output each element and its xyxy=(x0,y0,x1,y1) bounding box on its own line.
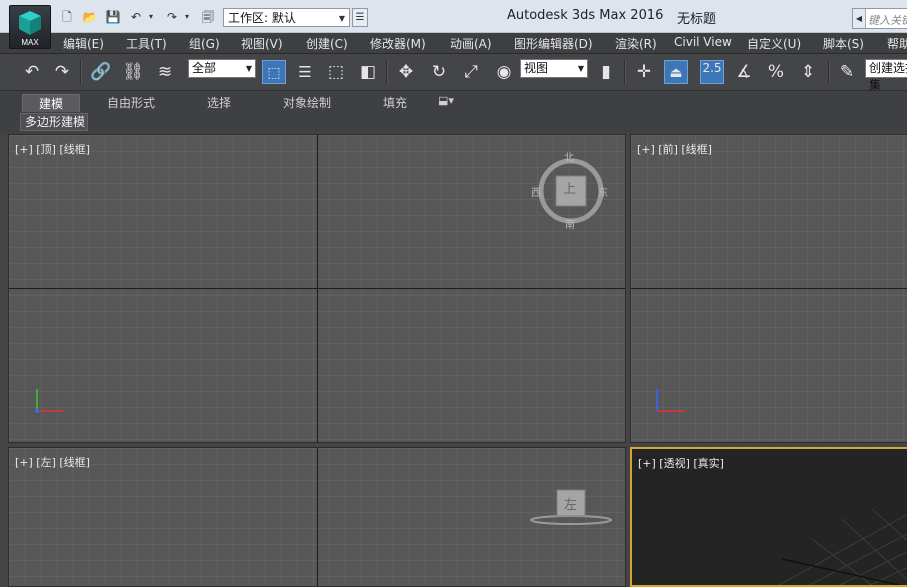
chevron-down-icon: ▼ xyxy=(245,64,252,73)
menu-bar: 编辑(E) 工具(T) 组(G) 视图(V) 创建(C) 修改器(M) 动画(A… xyxy=(0,33,907,54)
ribbon-options-icon[interactable]: ⬓▾ xyxy=(438,94,454,107)
select-and-rotate-icon[interactable]: ↻ xyxy=(427,60,451,84)
viewcube-face-label: 左 xyxy=(564,498,578,513)
chevron-down-icon: ▼ xyxy=(577,64,584,73)
toolbar-divider xyxy=(828,60,830,84)
ribbon-panel-polygon-modeling[interactable]: 多边形建模 xyxy=(20,113,88,131)
select-and-scale-icon[interactable]: ⤢ xyxy=(459,60,483,84)
menu-views[interactable]: 视图(V) xyxy=(241,35,283,52)
grid-axis-x xyxy=(631,288,907,289)
menu-group[interactable]: 组(G) xyxy=(189,35,220,52)
redo-dropdown-icon[interactable]: ▾ xyxy=(182,9,192,25)
main-toolbar: ↶ ↷ 🔗 ⛓ ≋ 全部 ▼ ⬚ ☰ ⬚ ◧ ✥ ↻ ⤢ ◉ 视图 ▼ ▮ ✛ … xyxy=(0,54,907,92)
compass-west-label: 西 xyxy=(531,188,541,199)
app-title: Autodesk 3ds Max 2016 xyxy=(507,8,664,23)
undo-icon[interactable]: ↶ xyxy=(127,9,145,25)
select-and-place-icon[interactable]: ◉ xyxy=(492,60,516,84)
menu-edit[interactable]: 编辑(E) xyxy=(63,35,104,52)
3dsmax-logo-icon xyxy=(19,11,41,35)
app-logo-label: MAX xyxy=(21,38,39,47)
project-folder-icon[interactable]: 🗐 xyxy=(199,9,217,25)
search-box[interactable]: ◀ 键入关键字 xyxy=(852,8,907,29)
viewport-label[interactable]: [+] [左] [线框] xyxy=(15,454,90,470)
menu-help[interactable]: 帮助 xyxy=(887,35,907,52)
snaps-toggle-icon[interactable]: 2.5 xyxy=(700,60,724,84)
search-expand-icon[interactable]: ◀ xyxy=(853,9,866,28)
compass-east-label: 东 xyxy=(598,188,608,199)
percent-snap-icon[interactable]: % xyxy=(764,60,788,84)
save-file-icon[interactable]: 💾 xyxy=(104,9,122,25)
named-selection-value: 创建选择集 xyxy=(869,61,907,92)
menu-rendering[interactable]: 渲染(R) xyxy=(615,35,657,52)
select-and-manipulate-icon[interactable]: ✛ xyxy=(632,60,656,84)
viewcube-face-label: 上 xyxy=(563,182,577,197)
grid-axis-y xyxy=(317,448,318,586)
selection-filter-value: 全部 xyxy=(192,61,217,75)
menu-graph-editors[interactable]: 图形编辑器(D) xyxy=(514,35,593,52)
edit-named-selection-icon[interactable]: ✎ xyxy=(835,60,859,84)
grid-axis-y xyxy=(317,135,318,442)
workspace-select[interactable]: 工作区: 默认 ▼ xyxy=(223,8,350,27)
ribbon-tab-populate[interactable]: 填充 xyxy=(383,94,407,111)
select-by-name-icon[interactable]: ☰ xyxy=(293,60,317,84)
axis-tripod-icon xyxy=(656,389,685,412)
viewport-label[interactable]: [+] [前] [线框] xyxy=(637,141,712,157)
viewport-perspective[interactable]: [+] [透视] [真实] xyxy=(630,447,907,587)
redo-icon[interactable]: ↷ xyxy=(163,9,181,25)
document-title: 无标题 xyxy=(677,12,717,27)
new-file-icon[interactable]: 🗋 xyxy=(58,9,76,25)
menu-create[interactable]: 创建(C) xyxy=(306,35,348,52)
chevron-down-icon: ▼ xyxy=(338,14,345,23)
redo-icon[interactable]: ↷ xyxy=(50,60,74,84)
menu-tools[interactable]: 工具(T) xyxy=(126,35,167,52)
viewport-label[interactable]: [+] [顶] [线框] xyxy=(15,141,90,157)
workspace-label: 工作区: 默认 xyxy=(228,11,296,25)
bind-to-space-warp-icon[interactable]: ≋ xyxy=(153,60,177,84)
menu-animation[interactable]: 动画(A) xyxy=(450,35,492,52)
named-selection-select[interactable]: 创建选择集 xyxy=(865,59,907,92)
reference-coordinate-select[interactable]: 视图 ▼ xyxy=(520,59,588,78)
undo-icon[interactable]: ↶ xyxy=(20,60,44,84)
viewport-top[interactable]: [+] [顶] [线框] 上 北 南 东 西 xyxy=(8,134,626,443)
axis-tripod-icon xyxy=(35,389,65,413)
open-file-icon[interactable]: 📂 xyxy=(81,9,99,25)
link-icon[interactable]: 🔗 xyxy=(89,60,113,84)
pivot-center-icon[interactable]: ▮ xyxy=(594,60,618,84)
viewport-front[interactable]: [+] [前] [线框] xyxy=(630,134,907,443)
ribbon-tab-selection[interactable]: 选择 xyxy=(207,94,231,111)
select-and-move-icon[interactable]: ✥ xyxy=(394,60,418,84)
ribbon-tab-freeform[interactable]: 自由形式 xyxy=(107,94,155,111)
keyboard-shortcut-override-icon[interactable]: ⏏ xyxy=(664,60,688,84)
snap-value-label: 2.5 xyxy=(702,61,722,75)
undo-dropdown-icon[interactable]: ▾ xyxy=(146,9,156,25)
menu-scripting[interactable]: 脚本(S) xyxy=(823,35,864,52)
unlink-icon[interactable]: ⛓ xyxy=(121,60,145,84)
toolbar-divider xyxy=(80,60,82,84)
quick-access-customize-button[interactable]: ☰ xyxy=(352,8,368,27)
spinner-snap-icon[interactable]: ⇕ xyxy=(796,60,820,84)
toolbar-divider xyxy=(624,60,626,84)
viewport-left[interactable]: [+] [左] [线框] 左 xyxy=(8,447,626,587)
reference-coordinate-value: 视图 xyxy=(524,61,549,75)
menu-modifiers[interactable]: 修改器(M) xyxy=(370,35,426,52)
angle-snap-icon[interactable]: ∡ xyxy=(732,60,756,84)
select-object-icon[interactable]: ⬚ xyxy=(262,60,286,84)
selection-filter-select[interactable]: 全部 ▼ xyxy=(188,59,256,78)
ribbon-tab-modeling[interactable]: 建模 xyxy=(22,94,80,112)
window-crossing-icon[interactable]: ◧ xyxy=(356,60,380,84)
search-input[interactable]: 键入关键字 xyxy=(868,12,907,28)
toolbar-divider xyxy=(386,60,388,84)
ribbon-tab-object-paint[interactable]: 对象绘制 xyxy=(283,94,331,111)
menu-civil-view[interactable]: Civil View xyxy=(674,35,732,49)
menu-customize[interactable]: 自定义(U) xyxy=(747,35,801,52)
viewport-label[interactable]: [+] [透视] [真实] xyxy=(638,455,724,471)
perspective-grid xyxy=(778,508,907,585)
compass-north-label: 北 xyxy=(564,153,574,164)
compass-south-label: 南 xyxy=(565,220,575,231)
rectangular-selection-icon[interactable]: ⬚ xyxy=(324,60,348,84)
app-menu-button[interactable]: MAX xyxy=(9,5,51,49)
